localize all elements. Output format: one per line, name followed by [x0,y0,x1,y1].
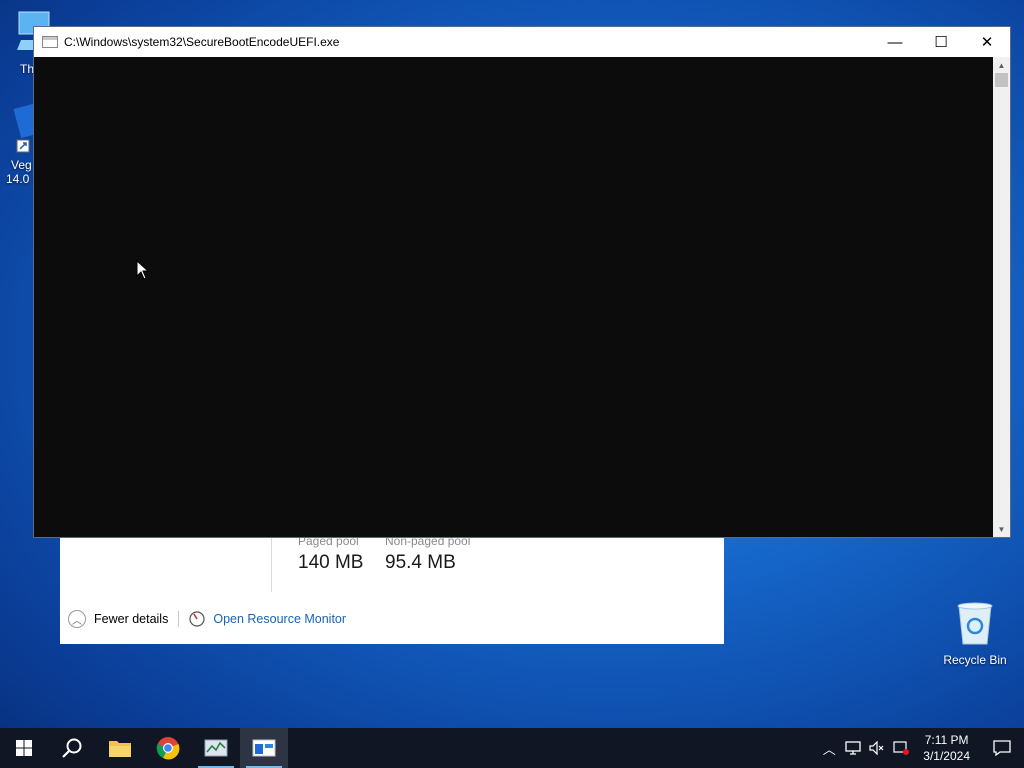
network-icon[interactable] [841,728,865,768]
start-icon [16,740,32,756]
chrome-icon [156,737,180,760]
clock[interactable]: 7:11 PM 3/1/2024 [913,732,980,764]
search-icon [62,738,82,758]
console-titlebar[interactable]: C:\Windows\system32\SecureBootEncodeUEFI… [34,27,1010,57]
file-explorer-button[interactable] [96,728,144,768]
task-manager-taskbar-button[interactable] [192,728,240,768]
divider [178,611,180,627]
task-manager-footer: ︿ Fewer details Open Resource Monitor [68,610,346,628]
paged-pool-value: 140 MB [298,552,364,573]
console-app-icon [42,36,58,48]
fewer-details-button[interactable]: Fewer details [94,612,168,626]
volume-muted-icon[interactable] [865,728,889,768]
security-alert-icon[interactable] [889,728,913,768]
desktop-icon-recycle-bin[interactable]: Recycle Bin [940,600,1010,667]
mouse-cursor-icon [136,260,150,280]
resource-monitor-icon [189,611,205,627]
minimize-button[interactable]: — [872,27,918,57]
scroll-up-icon[interactable]: ▲ [993,57,1010,73]
console-window[interactable]: C:\Windows\system32\SecureBootEncodeUEFI… [33,26,1011,538]
vertical-scrollbar[interactable]: ▲ ▼ [993,57,1010,537]
search-button[interactable] [48,728,96,768]
task-manager-window: Paged pool 140 MB Non-paged pool 95.4 MB… [60,530,724,644]
taskbar: ︿ 7:11 PM 3/1/2024 [0,728,1024,768]
window-title: C:\Windows\system32\SecureBootEncodeUEFI… [64,35,340,49]
maximize-button[interactable]: ☐ [918,27,964,57]
recycle-bin-icon [957,602,993,645]
clock-time: 7:11 PM [924,733,969,747]
nonpaged-pool-value: 95.4 MB [385,552,456,573]
console-taskbar-button[interactable] [240,728,288,768]
file-explorer-icon [109,741,131,757]
divider [271,536,272,592]
nonpaged-pool-stat: Non-paged pool 95.4 MB [385,534,470,574]
open-resource-monitor-link[interactable]: Open Resource Monitor [213,612,346,626]
chevron-up-icon[interactable]: ︿ [68,610,86,628]
notifications-icon[interactable] [980,728,1024,768]
start-button[interactable] [0,728,48,768]
desktop-icon-label: Recycle Bin [943,653,1007,667]
task-manager-icon [204,739,228,757]
chrome-button[interactable] [144,728,192,768]
clock-date: 3/1/2024 [923,749,970,763]
system-tray: ︿ 7:11 PM 3/1/2024 [817,728,1024,768]
scroll-down-icon[interactable]: ▼ [993,521,1010,537]
scrollbar-thumb[interactable] [995,73,1008,87]
desktop-icon-label: Th [20,62,35,76]
paged-pool-stat: Paged pool 140 MB [298,534,363,574]
console-app-icon [252,739,276,757]
close-button[interactable]: ✕ [964,27,1010,57]
chevron-up-icon[interactable]: ︿ [817,728,841,768]
